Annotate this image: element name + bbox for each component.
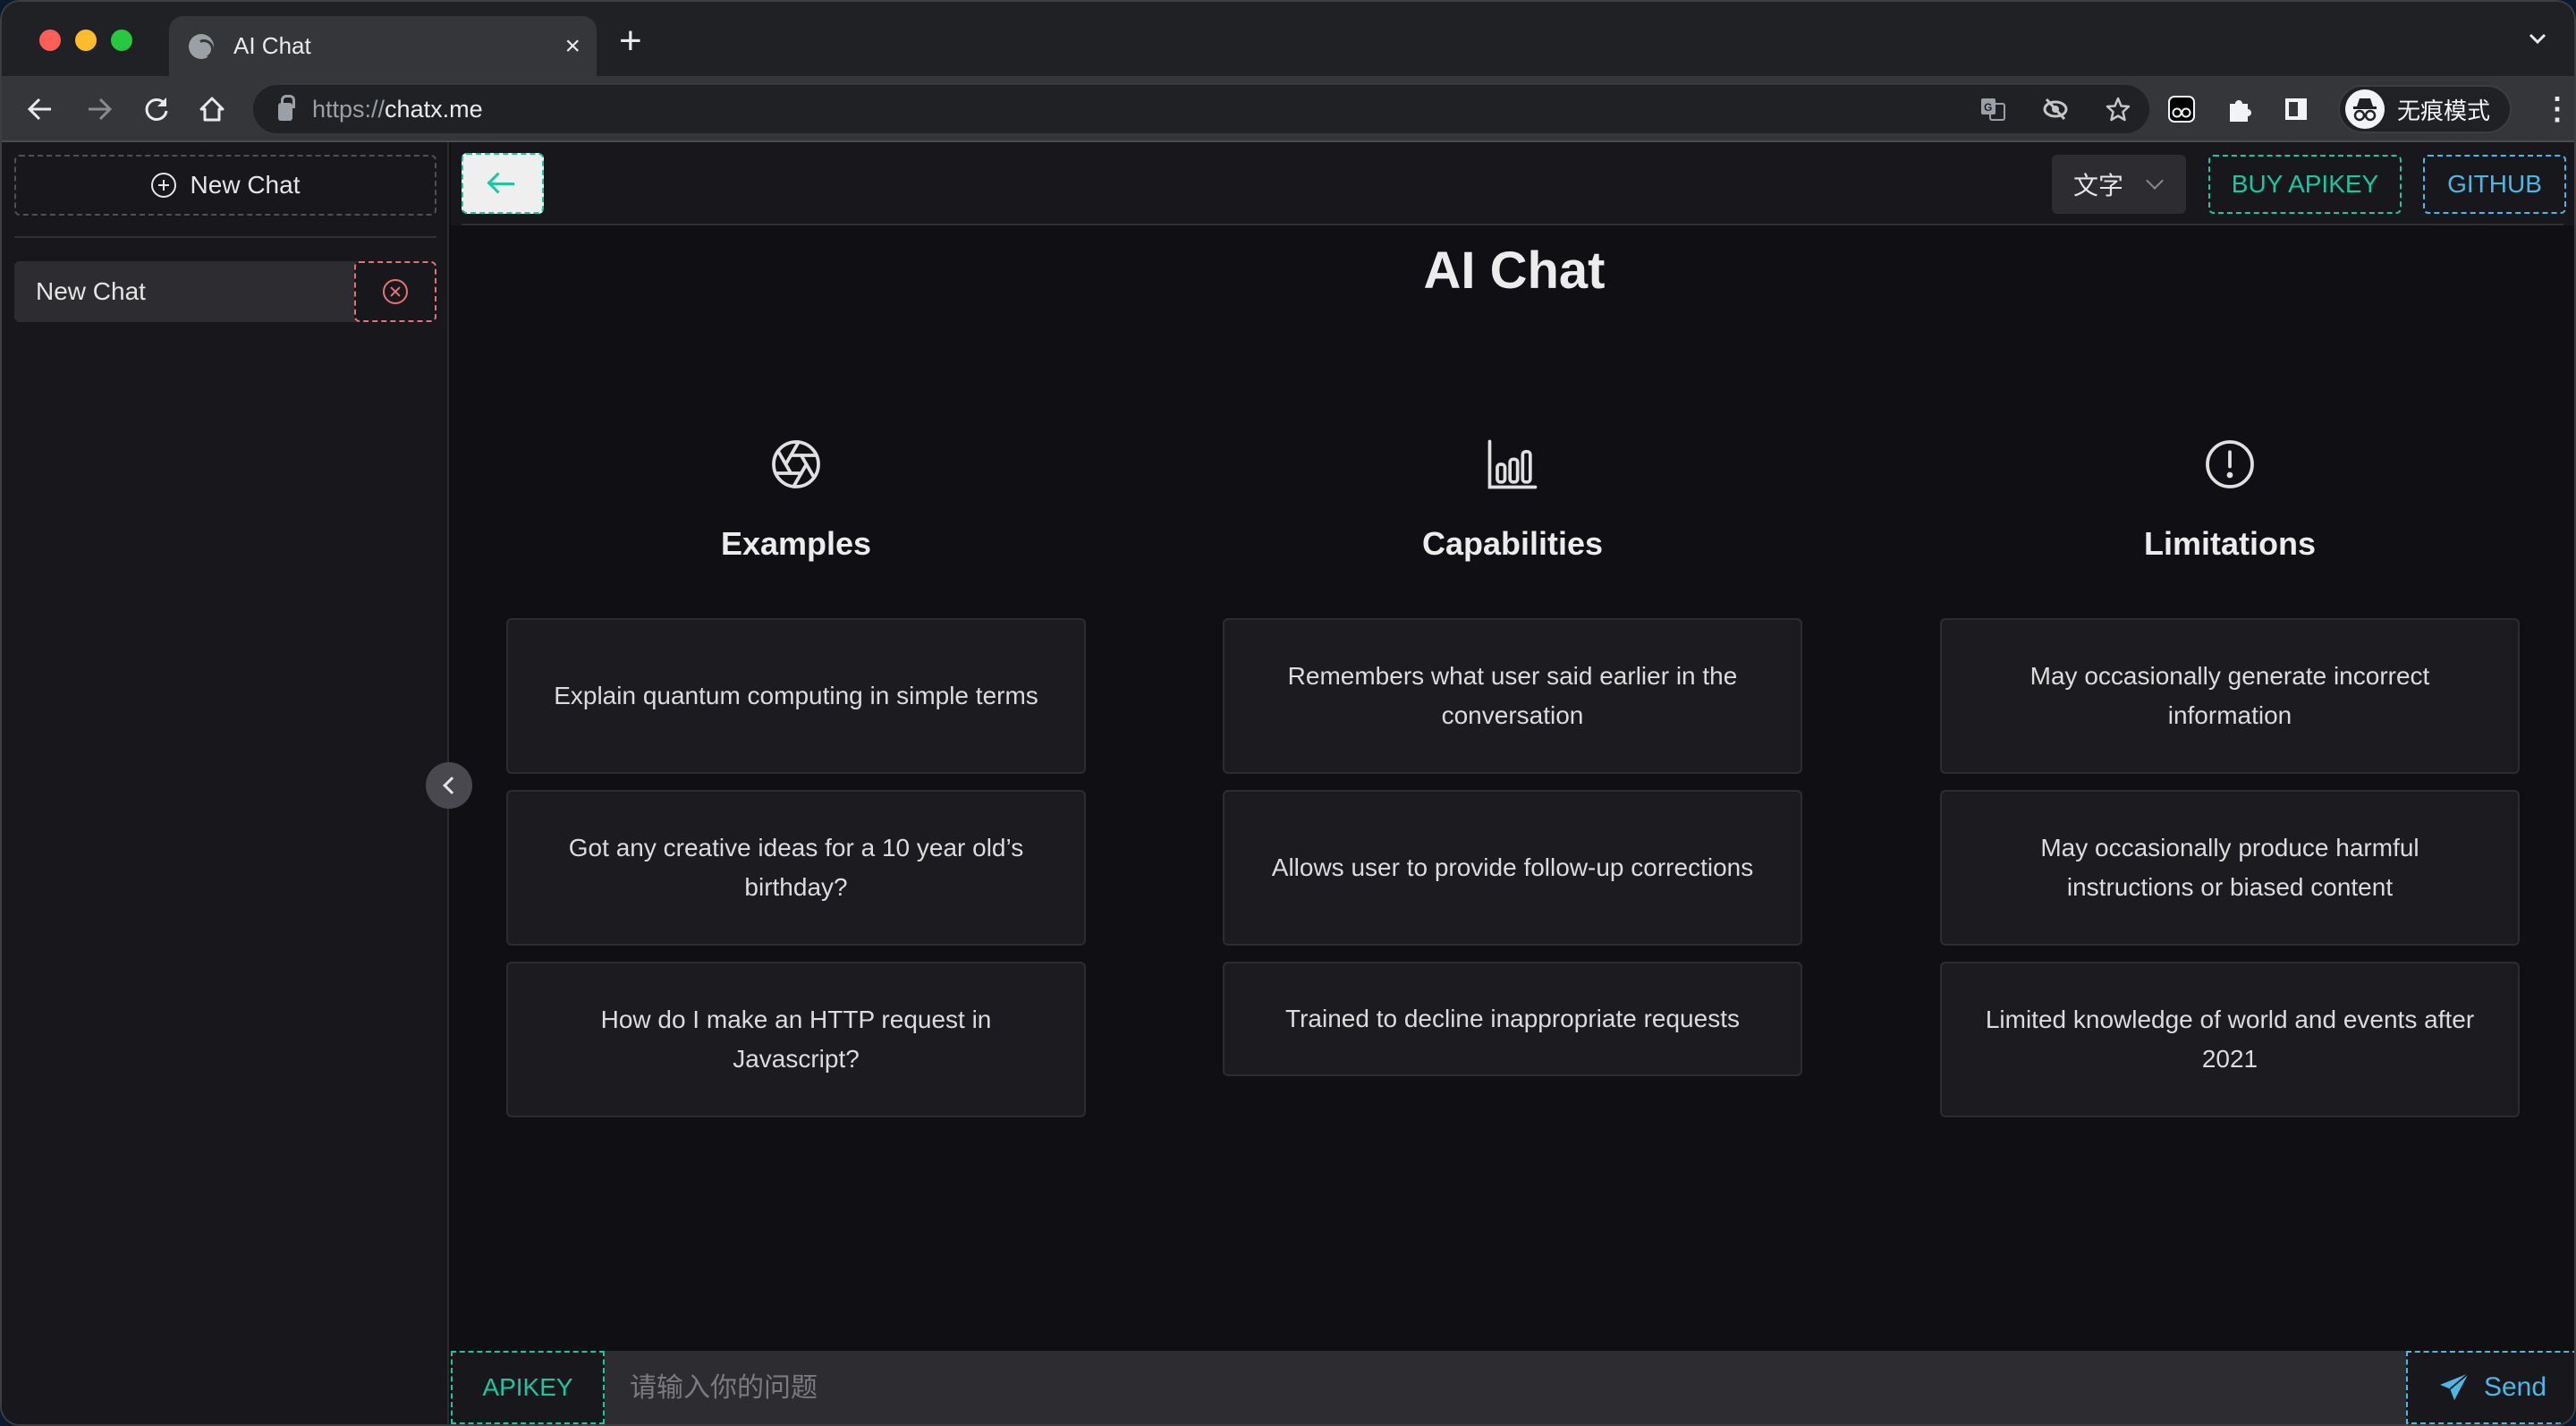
home-icon[interactable] (197, 94, 227, 124)
page-title: AI Chat (1423, 242, 1606, 300)
lock-icon (278, 95, 295, 121)
capabilities-column: Capabilities Remembers what user said ea… (1223, 429, 1802, 1076)
profile-label: 无痕模式 (2397, 97, 2491, 124)
tab-strip: AI Chat × + (2, 2, 2574, 76)
limitation-card: May occasionally produce harmful instruc… (1940, 790, 2520, 946)
reload-icon[interactable] (141, 94, 172, 124)
send-label: Send (2483, 1372, 2547, 1402)
buy-apikey-button[interactable]: BUY APIKEY (2208, 155, 2402, 214)
puzzle-icon[interactable] (2224, 94, 2254, 124)
close-circle-icon (383, 279, 408, 304)
example-card[interactable]: How do I make an HTTP request in Javascr… (506, 962, 1086, 1117)
chevron-down-icon (2146, 172, 2164, 190)
capabilities-cards: Remembers what user said earlier in the … (1223, 618, 1802, 1076)
incognito-icon (2345, 89, 2385, 129)
limitations-heading: Limitations (2143, 525, 2316, 562)
new-chat-button[interactable]: New Chat (14, 155, 436, 216)
collapse-sidebar-button[interactable] (426, 762, 472, 809)
example-card[interactable]: Explain quantum computing in simple term… (506, 618, 1086, 774)
url-scheme: https:// (312, 95, 386, 123)
tab-search-chevron-icon[interactable] (2528, 29, 2547, 48)
language-select-value: 文字 (2073, 172, 2124, 199)
aperture-icon (506, 429, 1086, 500)
browser-tab[interactable]: AI Chat × (169, 16, 597, 76)
arrow-left-icon (491, 182, 514, 185)
language-select[interactable]: 文字 (2052, 155, 2186, 214)
new-tab-button[interactable]: + (619, 21, 642, 61)
apikey-button[interactable]: APIKEY (451, 1351, 605, 1424)
star-icon[interactable] (2105, 96, 2131, 123)
capabilities-heading: Capabilities (1421, 525, 1604, 562)
extensions-area: 无痕模式 ⋮ (2166, 76, 2572, 142)
browser-menu-icon[interactable]: ⋮ (2542, 91, 2572, 127)
forward-nav-icon[interactable] (84, 94, 114, 124)
main-header: 文字 BUY APIKEY GITHUB (451, 142, 2574, 225)
examples-column: Examples Explain quantum computing in si… (506, 429, 1086, 1117)
message-input[interactable] (605, 1351, 2406, 1424)
capability-card: Trained to decline inappropriate request… (1223, 962, 1802, 1076)
new-chat-label: New Chat (190, 171, 301, 199)
extension-glasses-icon[interactable] (2166, 94, 2197, 124)
sidebar: New Chat New Chat (2, 142, 449, 1424)
eye-off-icon[interactable] (2042, 96, 2069, 123)
svg-text:G: G (1984, 101, 1992, 114)
composer-bar: APIKEY Send (451, 1351, 2574, 1424)
limitations-cards: May occasionally generate incorrect info… (1940, 618, 2520, 1117)
minimize-window-button[interactable] (75, 30, 97, 51)
tab-close-icon[interactable]: × (564, 32, 580, 60)
header-divider (462, 224, 2563, 225)
send-button[interactable]: Send (2406, 1351, 2574, 1424)
sidepanel-icon[interactable] (2281, 94, 2311, 124)
chat-list-item[interactable]: New Chat (14, 261, 436, 322)
chevron-left-icon (443, 777, 461, 794)
chat-item-label: New Chat (36, 277, 146, 305)
delete-chat-button[interactable] (354, 261, 436, 322)
capability-card: Remembers what user said earlier in the … (1223, 618, 1802, 774)
github-button[interactable]: GITHUB (2423, 155, 2566, 214)
web-page: New Chat New Chat 文字 BUY APIKEY GITHUB A… (2, 142, 2574, 1424)
limitation-card: May occasionally generate incorrect info… (1940, 618, 2520, 774)
example-card[interactable]: Got any creative ideas for a 10 year old… (506, 790, 1086, 946)
globe-icon (189, 33, 214, 59)
examples-heading: Examples (720, 525, 872, 562)
url-host: chatx.me (385, 95, 483, 123)
tab-title: AI Chat (233, 32, 311, 59)
limitations-column: Limitations May occasionally generate in… (1940, 429, 2520, 1117)
sidebar-divider (14, 236, 436, 238)
limitation-card: Limited knowledge of world and events af… (1940, 962, 2520, 1117)
examples-cards: Explain quantum computing in simple term… (506, 618, 1086, 1117)
bar-chart-icon (1223, 429, 1802, 500)
back-nav-icon[interactable] (25, 94, 55, 124)
back-button[interactable] (462, 153, 544, 214)
close-window-button[interactable] (39, 30, 61, 51)
main-panel: 文字 BUY APIKEY GITHUB AI Chat Examples Ex… (451, 142, 2574, 1424)
plus-circle-icon (150, 173, 176, 198)
browser-toolbar: https:// chatx.me G 无痕模式 ⋮ (2, 76, 2574, 142)
send-paper-plane-icon (2440, 1372, 2470, 1401)
translate-icon[interactable]: G (1979, 96, 2006, 123)
browser-window: AI Chat × + https:// chatx.me G 无痕模式 ⋮ N… (0, 0, 2576, 1426)
profile-button[interactable]: 无痕模式 (2338, 85, 2512, 133)
address-bar[interactable]: https:// chatx.me G (253, 85, 2149, 133)
capability-card: Allows user to provide follow-up correct… (1223, 790, 1802, 946)
maximize-window-button[interactable] (111, 30, 132, 51)
alert-circle-icon (1940, 429, 2520, 500)
